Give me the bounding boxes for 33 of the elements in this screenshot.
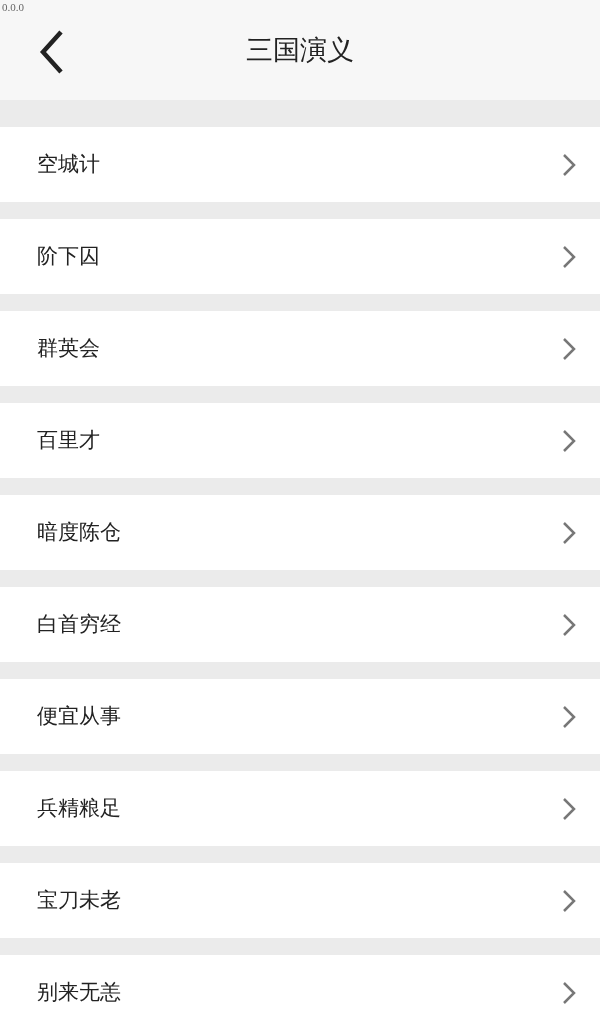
list-item[interactable]: 别来无恙 [0,955,600,1030]
list-item[interactable]: 空城计 [0,127,600,202]
chevron-right-icon [562,980,576,1005]
chevron-right-icon [562,796,576,821]
back-icon [39,29,65,75]
list-item[interactable]: 百里才 [0,403,600,478]
list-item[interactable]: 阶下囚 [0,219,600,294]
chevron-right-icon [562,428,576,453]
chevron-right-icon [562,888,576,913]
chevron-right-icon [562,520,576,545]
chevron-right-icon [562,336,576,361]
item-label: 宝刀未老 [37,886,121,914]
list-item[interactable]: 便宜从事 [0,679,600,754]
item-label: 白首穷经 [37,610,121,638]
chevron-right-icon [562,152,576,177]
item-label: 百里才 [37,426,100,454]
list-item[interactable]: 暗度陈仓 [0,495,600,570]
chevron-right-icon [562,244,576,269]
item-label: 群英会 [37,334,100,362]
item-label: 兵精粮足 [37,794,121,822]
chevron-right-icon [562,704,576,729]
list-item[interactable]: 白首穷经 [0,587,600,662]
page-title: 三国演义 [246,32,354,67]
item-label: 阶下囚 [37,242,100,270]
list-item[interactable]: 宝刀未老 [0,863,600,938]
list-item[interactable]: 兵精粮足 [0,771,600,846]
version-label: 0.0.0 [2,0,24,14]
item-label: 暗度陈仓 [37,518,121,546]
chevron-right-icon [562,612,576,637]
list-item[interactable]: 群英会 [0,311,600,386]
item-label: 别来无恙 [37,978,121,1006]
item-label: 空城计 [37,150,100,178]
item-label: 便宜从事 [37,702,121,730]
